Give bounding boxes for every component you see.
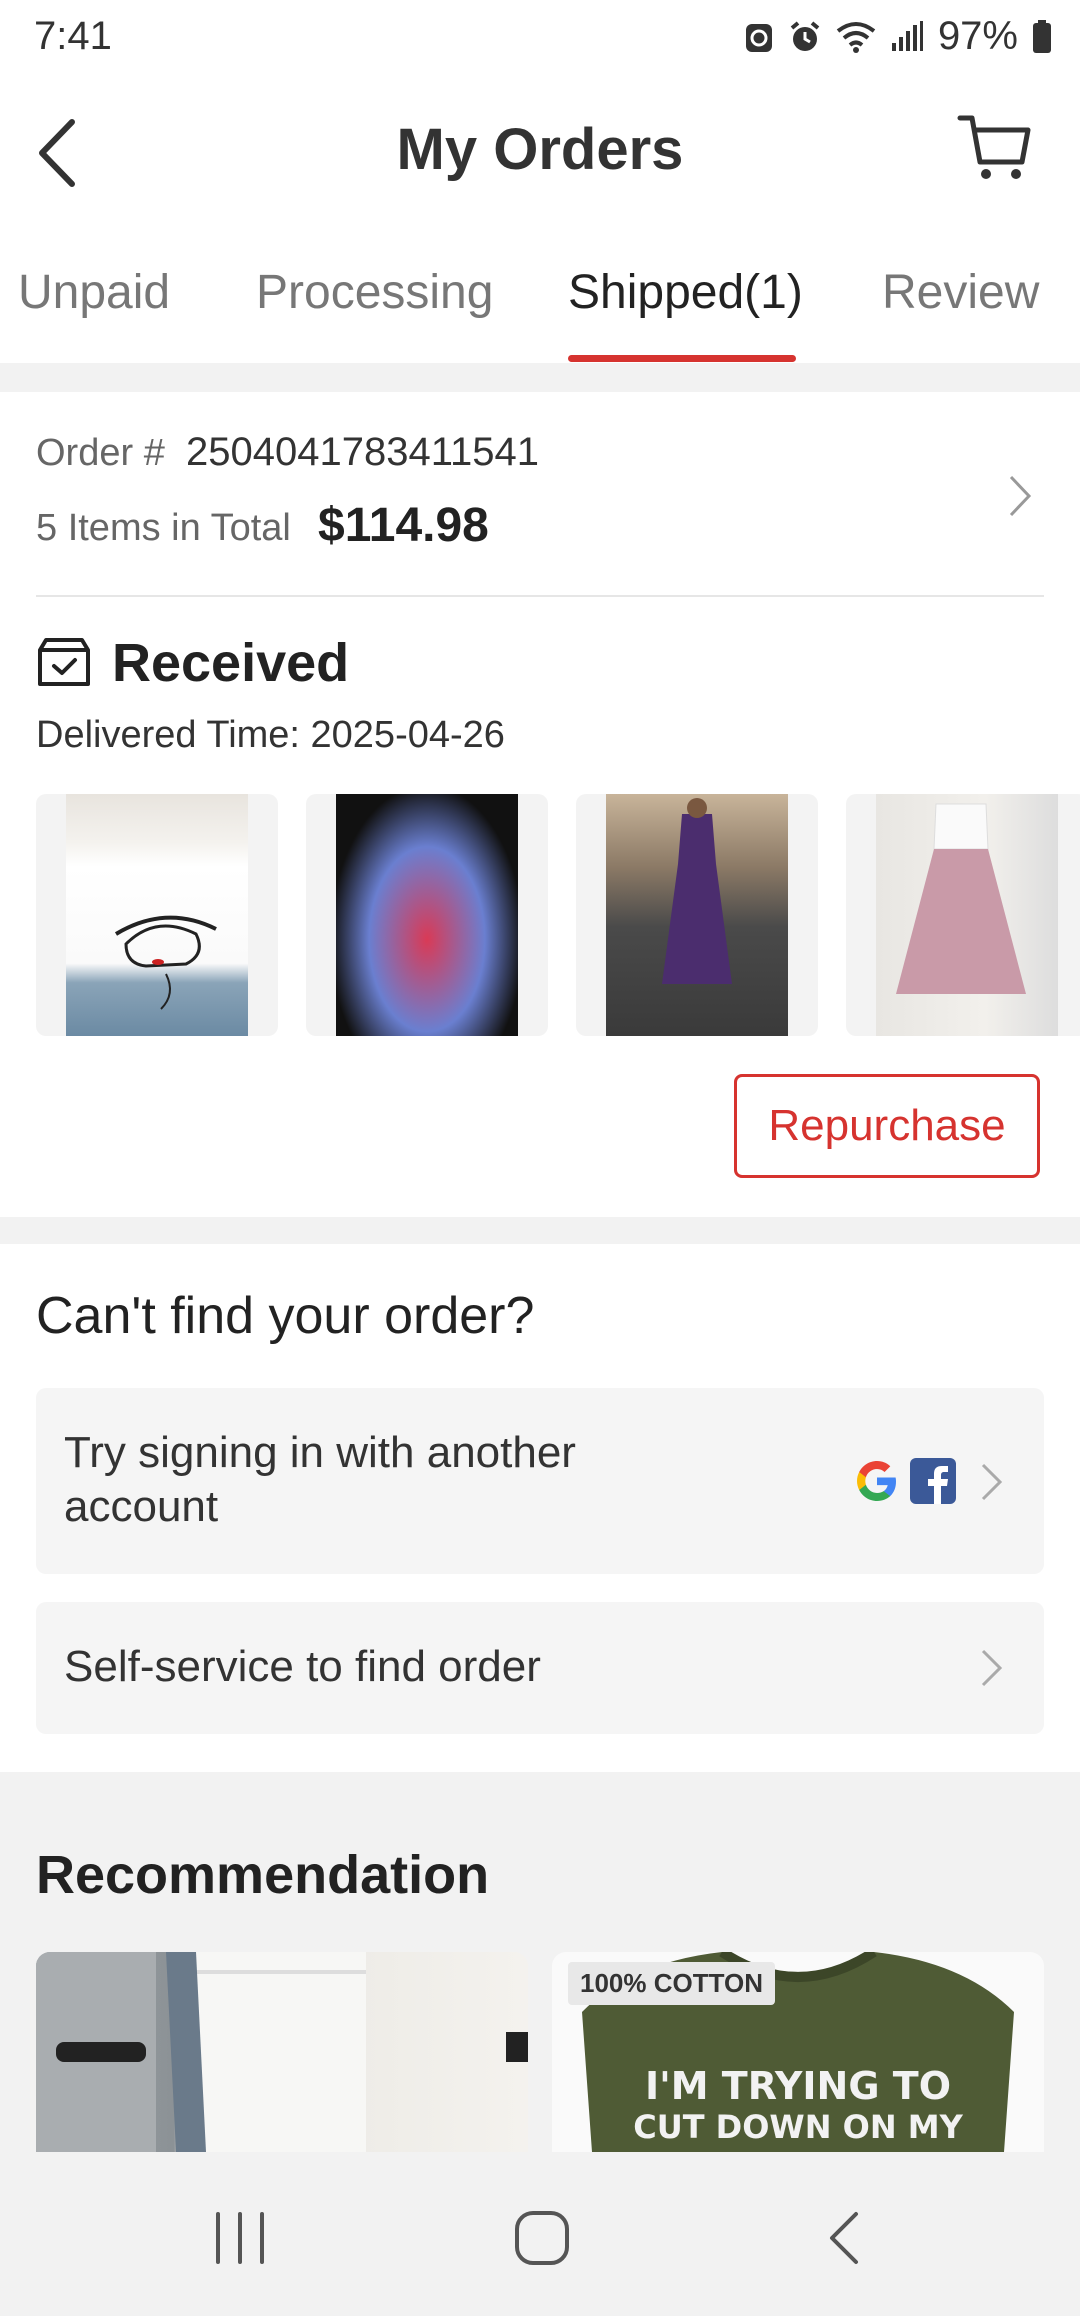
tab-review[interactable]: Review [882, 265, 1039, 320]
order-card[interactable]: Order # 2504041783411541 5 Items in Tota… [0, 392, 1080, 1217]
shirt-print-line1: I'M TRYING TO [644, 2064, 952, 2108]
product-image [66, 794, 248, 1036]
items-count: 5 Items in Total [36, 507, 291, 549]
recommendation-title: Recommendation [36, 1845, 490, 1905]
sign-in-another-account-row[interactable]: Try signing in with another account [36, 1388, 1044, 1574]
page-title: My Orders [396, 117, 684, 182]
self-service-text: Self-service to find order [64, 1642, 541, 1691]
product-image [36, 1952, 528, 2152]
hat-lady-print [114, 915, 217, 1010]
product-image [336, 794, 518, 1036]
order-number-label: Order # [36, 432, 165, 474]
signal-icon [891, 20, 923, 51]
recycle-icon [745, 23, 772, 52]
shirt-print-line2: CUT DOWN ON MY [633, 2108, 963, 2146]
back-icon[interactable] [826, 2210, 862, 2266]
system-nav-bar [0, 2152, 1080, 2316]
product-thumbnail[interactable] [576, 794, 818, 1036]
battery-icon [1033, 19, 1051, 53]
order-status: Received [112, 633, 350, 693]
cart-icon[interactable] [956, 110, 1032, 186]
delivered-time: Delivered Time: 2025-04-26 [36, 714, 505, 756]
package-check-icon [38, 638, 90, 686]
tab-processing[interactable]: Processing [256, 265, 493, 320]
product-thumbnail[interactable] [36, 794, 278, 1036]
order-total: $114.98 [318, 499, 489, 552]
product-image [876, 794, 1058, 1036]
product-thumbnail[interactable] [306, 794, 548, 1036]
order-tabs: Unpaid Processing Shipped(1) Review [0, 221, 1080, 363]
chevron-right-icon [981, 1463, 1003, 1501]
recommendation-card[interactable] [36, 1952, 528, 2152]
find-order-section: Can't find your order? Try signing in wi… [0, 1244, 1080, 1772]
active-tab-indicator [568, 355, 796, 362]
sign-in-text-line1: Try signing in with another [64, 1428, 576, 1477]
recent-apps-icon[interactable] [212, 2212, 268, 2264]
chevron-right-icon[interactable] [1008, 474, 1032, 518]
facebook-icon [910, 1458, 956, 1504]
divider [36, 595, 1044, 597]
battery-percent: 97% [937, 14, 1018, 58]
repurchase-button[interactable]: Repurchase [734, 1074, 1040, 1178]
tab-shipped[interactable]: Shipped(1) [568, 265, 803, 320]
alarm-icon [790, 20, 820, 51]
find-order-title: Can't find your order? [36, 1287, 535, 1345]
home-icon[interactable] [514, 2210, 570, 2266]
cotton-badge: 100% COTTON [568, 1962, 776, 2005]
product-image [606, 794, 788, 1036]
recommendation-card[interactable]: 100% COTTON I'M TRYING TO CUT DOWN ON MY [552, 1952, 1044, 2152]
status-bar: 7:41 97% [0, 0, 1080, 76]
status-icons: 97% [744, 14, 1052, 59]
header: My Orders [0, 76, 1080, 221]
product-thumbnail[interactable] [846, 794, 1080, 1036]
chevron-right-icon [981, 1649, 1003, 1687]
order-number: 2504041783411541 [186, 430, 539, 474]
google-icon [857, 1461, 896, 1501]
sign-in-text-line2: account [64, 1482, 219, 1531]
wifi-icon [836, 21, 876, 53]
status-time: 7:41 [34, 14, 112, 58]
self-service-find-order-row[interactable]: Self-service to find order [36, 1602, 1044, 1734]
tab-unpaid[interactable]: Unpaid [18, 265, 170, 320]
